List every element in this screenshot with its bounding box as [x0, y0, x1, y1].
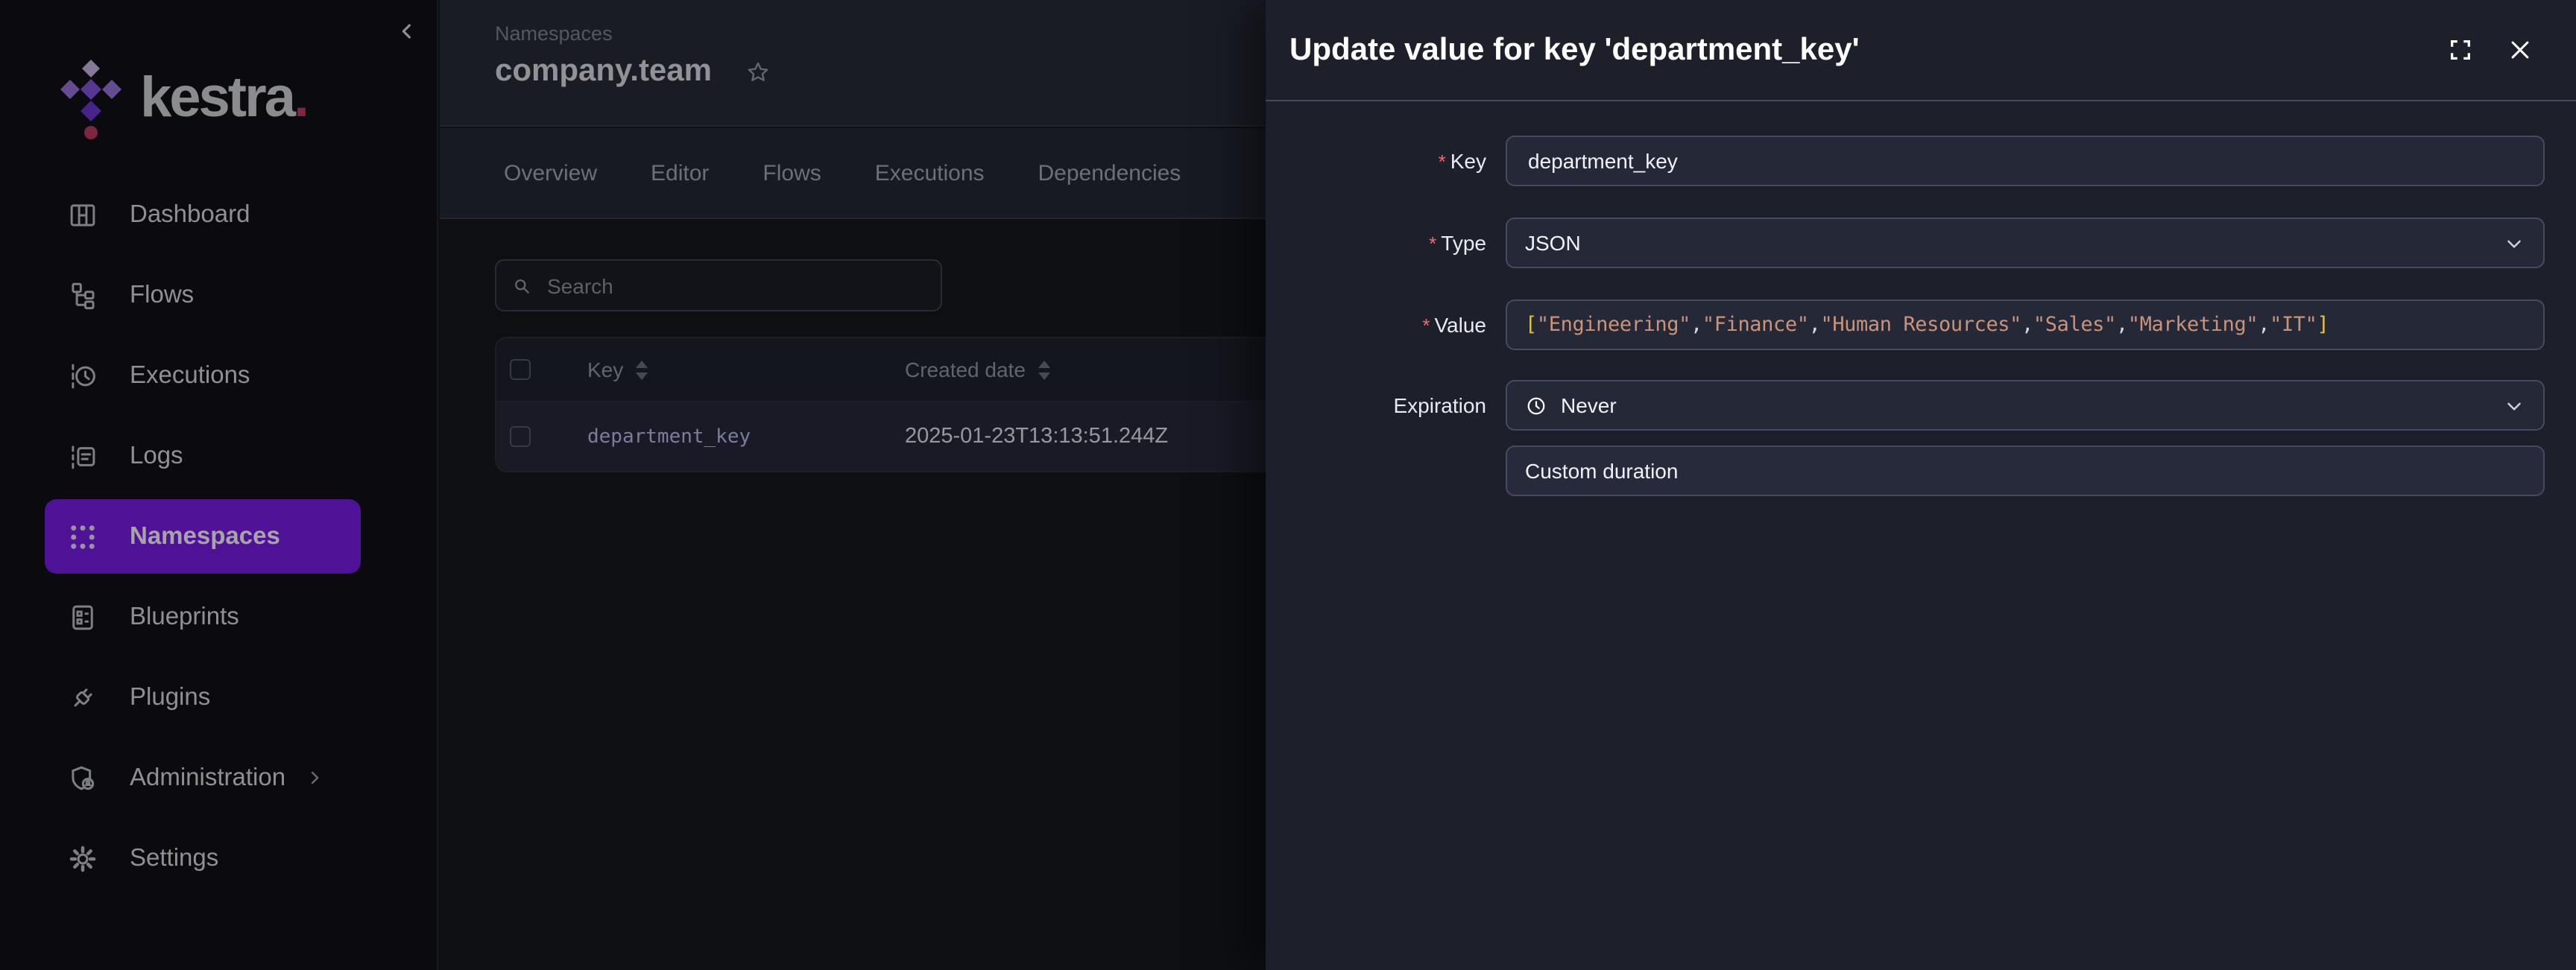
json-string: "Sales" — [2033, 313, 2116, 337]
json-bracket: [ — [1525, 313, 1537, 337]
clock-icon — [1525, 394, 1547, 416]
expiration-select-value: Never — [1561, 393, 1617, 417]
json-comma: , — [2021, 313, 2033, 337]
json-string: "Engineering" — [1537, 313, 1690, 337]
modal-overlay[interactable] — [0, 0, 1266, 970]
json-comma: , — [1809, 313, 1821, 337]
key-field-row: *Key — [1266, 136, 2576, 186]
json-bracket: ] — [2317, 313, 2329, 337]
json-comma: , — [2258, 313, 2270, 337]
required-marker: * — [1429, 232, 1436, 255]
drawer-header: Update value for key 'department_key' — [1266, 0, 2576, 101]
type-select[interactable]: JSON — [1506, 218, 2545, 268]
json-comma: , — [1690, 313, 1702, 337]
chevron-down-icon — [2503, 232, 2525, 254]
required-marker: * — [1422, 314, 1430, 337]
type-field-row: *Type JSON — [1266, 218, 2576, 268]
json-string: "IT" — [2270, 313, 2317, 337]
json-string: "Finance" — [1702, 313, 1809, 337]
key-input[interactable] — [1525, 148, 2525, 174]
value-field-label: *Value — [1266, 313, 1506, 337]
json-comma: , — [2116, 313, 2128, 337]
key-field[interactable] — [1506, 136, 2545, 186]
fullscreen-icon[interactable] — [2448, 37, 2473, 63]
type-select-value: JSON — [1525, 231, 1581, 255]
value-input[interactable]: ["Engineering","Finance","Human Resource… — [1506, 299, 2545, 350]
custom-duration-row: Custom duration — [1266, 446, 2576, 496]
chevron-down-icon — [2503, 394, 2525, 416]
app-window: kestra. Dashboard Flows Executions — [0, 0, 2576, 970]
json-string: "Human Resources" — [1820, 313, 2021, 337]
drawer-title: Update value for key 'department_key' — [1289, 32, 2448, 68]
update-kv-drawer: Update value for key 'department_key' *K… — [1266, 0, 2576, 970]
expiration-field-label: Expiration — [1266, 393, 1506, 417]
custom-duration-button[interactable]: Custom duration — [1506, 446, 2545, 496]
kv-form: *Key *Type JSON *Value ["Engineering","F… — [1266, 101, 2576, 496]
key-field-label: *Key — [1266, 149, 1506, 173]
value-field-row: *Value ["Engineering","Finance","Human R… — [1266, 299, 2576, 350]
close-icon[interactable] — [2507, 37, 2533, 63]
json-string: "Marketing" — [2128, 313, 2258, 337]
custom-duration-label: Custom duration — [1525, 459, 1678, 483]
type-field-label: *Type — [1266, 231, 1506, 255]
required-marker: * — [1439, 150, 1446, 173]
expiration-field-row: Expiration Never — [1266, 380, 2576, 431]
expiration-select[interactable]: Never — [1506, 380, 2545, 431]
